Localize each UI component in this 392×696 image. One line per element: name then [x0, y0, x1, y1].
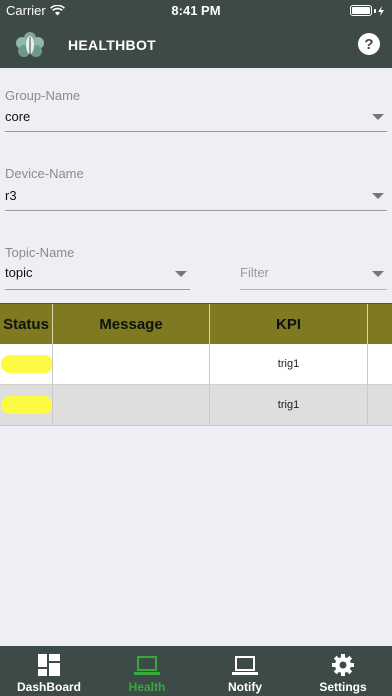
filter-dropdown[interactable]: Filter [240, 245, 387, 290]
chevron-down-icon [372, 271, 384, 277]
tab-dashboard[interactable]: DashBoard [0, 646, 98, 696]
healthbot-logo-icon [16, 32, 44, 57]
tab-label: DashBoard [16, 680, 81, 694]
status-time: 8:41 PM [171, 3, 221, 18]
tab-bar: DashBoard Health Notify Settings [0, 646, 392, 696]
chevron-down-icon [372, 114, 384, 120]
chevron-down-icon [175, 271, 187, 277]
table-row[interactable]: trig1 [0, 385, 392, 426]
topic-name-value: topic [5, 265, 33, 280]
tab-label: Notify [228, 680, 262, 694]
status-indicator [1, 355, 53, 373]
tab-health[interactable]: Health [98, 646, 196, 696]
status-bar: Carrier 8:41 PM [0, 0, 392, 22]
kpi-table: Status Message KPI trig1 trig1 [0, 303, 392, 426]
tab-label: Health [128, 680, 166, 694]
column-header-status: Status [3, 315, 49, 333]
battery-icon [350, 5, 384, 16]
group-name-dropdown[interactable]: Group-Name core [5, 88, 387, 132]
status-indicator [1, 396, 53, 414]
laptop-icon [134, 656, 160, 675]
tab-settings[interactable]: Settings [294, 646, 392, 696]
dashboard-grid-icon [38, 654, 60, 676]
device-name-dropdown[interactable]: Device-Name r3 [5, 166, 387, 211]
app-header: HEALTHBOT ? [0, 22, 392, 68]
topic-name-dropdown[interactable]: Topic-Name topic [5, 245, 190, 290]
help-button[interactable]: ? [358, 33, 380, 55]
group-name-value: core [5, 109, 31, 124]
kpi-cell: trig1 [277, 399, 300, 411]
table-row[interactable]: trig1 [0, 344, 392, 385]
gear-icon [332, 654, 354, 676]
column-header-kpi: KPI [275, 315, 301, 333]
chevron-down-icon [372, 193, 384, 199]
tab-label: Settings [319, 680, 367, 694]
message-cell [53, 385, 209, 425]
tab-notify[interactable]: Notify [196, 646, 294, 696]
filter-placeholder: Filter [240, 265, 269, 280]
message-cell [53, 344, 209, 384]
group-name-label: Group-Name [5, 88, 81, 103]
device-name-value: r3 [5, 188, 17, 203]
topic-name-label: Topic-Name [5, 245, 75, 260]
laptop-icon [232, 656, 258, 675]
column-header-message: Message [99, 315, 163, 333]
device-name-label: Device-Name [5, 166, 84, 181]
table-header: Status Message KPI [0, 303, 392, 344]
question-circle-icon: ? [364, 35, 374, 53]
app-title: HEALTHBOT [68, 37, 156, 53]
kpi-cell: trig1 [277, 358, 300, 370]
